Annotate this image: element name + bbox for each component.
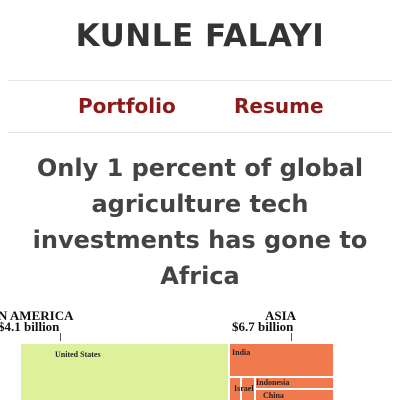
- site-title: KUNLE FALAYI: [75, 18, 325, 54]
- nav-link-portfolio[interactable]: Portfolio: [78, 94, 176, 118]
- tile-label-china: China: [263, 391, 284, 400]
- nav-link-resume[interactable]: Resume: [234, 94, 324, 118]
- investment-treemap: N AMERICA $4.1 billion ASIA $6.7 billion…: [0, 305, 400, 400]
- tile-label-israel: Israel: [234, 384, 254, 393]
- tile-label-indonesia: Indonesia: [256, 378, 290, 387]
- tile-label-india: India: [232, 348, 251, 357]
- tile-label-united-states: United States: [55, 350, 101, 359]
- region-tick-north-america: [60, 333, 61, 341]
- treemap-tile-china: China: [255, 389, 334, 400]
- treemap-tile-india: India: [229, 343, 334, 377]
- nav-bottom-divider: [8, 132, 392, 133]
- treemap-tile-israel: Israel: [234, 377, 255, 400]
- article-headline: Only 1 percent of global agriculture tec…: [32, 154, 368, 290]
- region-total-asia: $6.7 billion: [232, 319, 294, 334]
- treemap-tile-indonesia: Indonesia: [255, 377, 334, 389]
- region-tick-asia: [291, 333, 292, 341]
- region-total-north-america: $4.1 billion: [0, 319, 60, 334]
- treemap-tile-united-states: United States: [20, 343, 229, 400]
- nav-top-divider: [8, 80, 392, 81]
